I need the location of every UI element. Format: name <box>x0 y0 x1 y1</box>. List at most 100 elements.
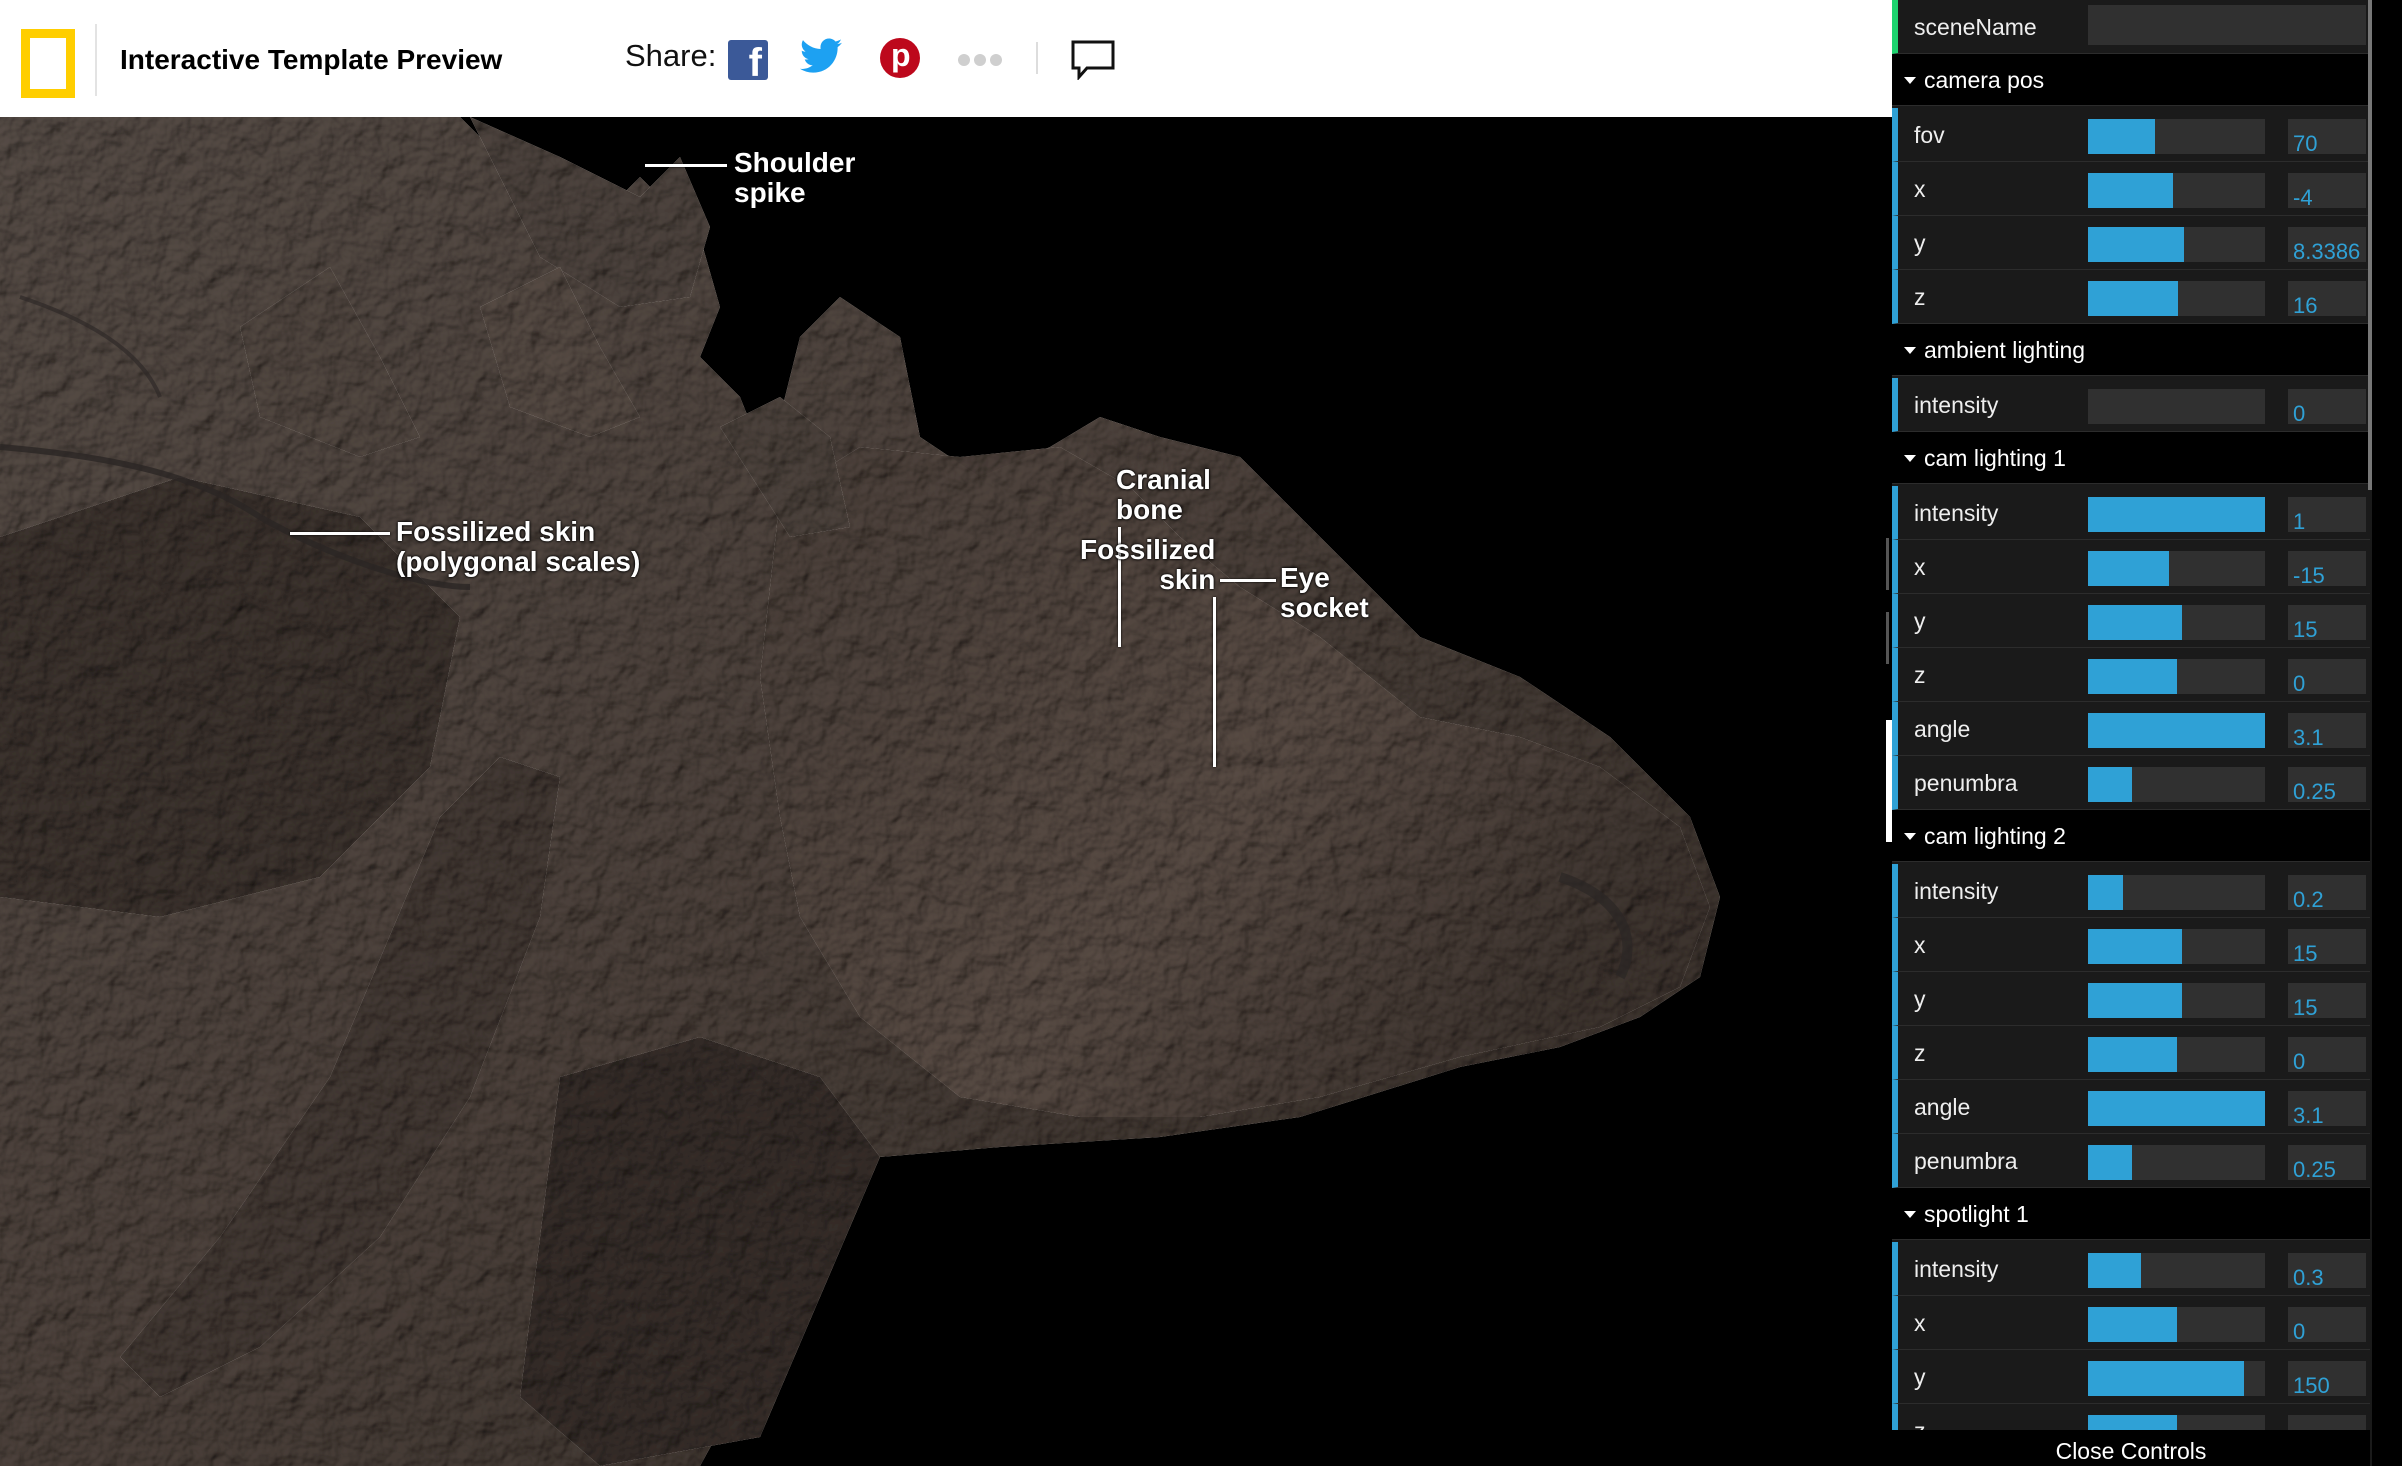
annotation-fossilized-skin: Fossilized skin <box>1080 534 1216 595</box>
twitter-icon[interactable] <box>800 38 842 74</box>
control-value-input[interactable]: -4 <box>2288 173 2366 208</box>
control-row-cam-lighting-2-intensity: intensity 0.2 <box>1892 864 2370 918</box>
chevron-down-icon <box>1904 455 1916 462</box>
control-value-input[interactable]: 3.1 <box>2288 1091 2366 1126</box>
slider-fill <box>2088 1091 2265 1126</box>
control-label: penumbra <box>1914 770 2018 796</box>
control-slider[interactable] <box>2088 1145 2265 1180</box>
control-slider[interactable] <box>2088 119 2265 154</box>
slider-fill <box>2088 605 2182 640</box>
pinterest-icon[interactable] <box>880 37 920 78</box>
slider-fill <box>2088 1361 2244 1396</box>
control-value-input[interactable]: 0.3 <box>2288 1253 2366 1288</box>
control-slider[interactable] <box>2088 1361 2265 1396</box>
control-slider[interactable] <box>2088 1253 2265 1288</box>
control-row-ambient-lighting-intensity: intensity 0 <box>1892 378 2370 432</box>
chevron-down-icon <box>1904 77 1916 84</box>
control-value-input[interactable]: 15 <box>2288 605 2366 640</box>
control-value-input[interactable]: 1 <box>2288 497 2366 532</box>
control-value-input[interactable]: 0 <box>2288 659 2366 694</box>
control-slider[interactable] <box>2088 767 2265 802</box>
control-label: z <box>1914 662 1926 688</box>
control-label: y <box>1914 608 1926 634</box>
share-divider <box>1036 42 1038 74</box>
3d-viewport[interactable]: Shoulder spike Fossilized skin (polygona… <box>0 117 1892 1466</box>
control-value-input[interactable]: -15 <box>2288 551 2366 586</box>
folder-spotlight-1[interactable]: spotlight 1 <box>1892 1188 2370 1240</box>
more-icon[interactable] <box>958 53 1006 67</box>
folder-title: cam lighting 2 <box>1924 823 2066 849</box>
slider-fill <box>2088 767 2133 802</box>
control-slider[interactable] <box>2088 497 2265 532</box>
control-label: x <box>1914 932 1926 958</box>
control-row-cam-lighting-1-angle: angle 3.1 <box>1892 702 2370 756</box>
control-slider[interactable] <box>2088 1415 2265 1430</box>
close-controls-button[interactable]: Close Controls <box>1892 1430 2370 1466</box>
control-value-input[interactable] <box>2288 1415 2366 1430</box>
control-value-input[interactable]: 15 <box>2288 929 2366 964</box>
control-row-camera-pos-x: x -4 <box>1892 162 2370 216</box>
control-slider[interactable] <box>2088 173 2265 208</box>
scene-name-input[interactable] <box>2088 5 2366 45</box>
folder-title: ambient lighting <box>1924 337 2086 363</box>
facebook-icon[interactable] <box>728 40 768 86</box>
folder-cam-lighting-1[interactable]: cam lighting 1 <box>1892 432 2370 484</box>
control-row-cam-lighting-1-intensity: intensity 1 <box>1892 486 2370 540</box>
control-slider[interactable] <box>2088 929 2265 964</box>
control-value-input[interactable]: 0.2 <box>2288 875 2366 910</box>
eye-socket-leader-line <box>1220 579 1276 582</box>
control-slider[interactable] <box>2088 875 2265 910</box>
fossilized-skin-scales-leader-line <box>290 532 390 535</box>
control-value-input[interactable]: 0.25 <box>2288 767 2366 802</box>
folder-camera-pos[interactable]: camera pos <box>1892 54 2370 106</box>
slider-fill <box>2088 875 2124 910</box>
control-slider[interactable] <box>2088 1091 2265 1126</box>
control-row-camera-pos-z: z 16 <box>1892 270 2370 324</box>
control-value-input[interactable]: 0.25 <box>2288 1145 2366 1180</box>
control-slider[interactable] <box>2088 227 2265 262</box>
control-value-input[interactable]: 3.1 <box>2288 713 2366 748</box>
controls-scrollbar[interactable] <box>2368 0 2372 490</box>
comment-icon[interactable] <box>1071 40 1115 80</box>
control-slider[interactable] <box>2088 983 2265 1018</box>
folder-ambient-lighting[interactable]: ambient lighting <box>1892 324 2370 376</box>
control-slider[interactable] <box>2088 1037 2265 1072</box>
control-row-cam-lighting-2-penumbra: penumbra 0.25 <box>1892 1134 2370 1188</box>
slider-fill <box>2088 497 2265 532</box>
panel-edge-mark <box>1886 538 1889 590</box>
control-value-input[interactable]: 8.3386 <box>2288 227 2366 262</box>
control-slider[interactable] <box>2088 281 2265 316</box>
control-value-input[interactable]: 150 <box>2288 1361 2366 1396</box>
controls-scroll-area[interactable]: sceneName camera pos fov 70 x -4 y 8.3386 z 16 am… <box>1892 0 2370 1430</box>
control-label: penumbra <box>1914 1148 2018 1174</box>
folder-title: spotlight 1 <box>1924 1201 2029 1227</box>
control-row-cam-lighting-1-y: y 15 <box>1892 594 2370 648</box>
control-value-input[interactable]: 16 <box>2288 281 2366 316</box>
control-slider[interactable] <box>2088 551 2265 586</box>
control-slider[interactable] <box>2088 389 2265 424</box>
header-divider <box>95 24 97 96</box>
control-label: z <box>1914 284 1926 310</box>
fossilized-skin-leader-line <box>1213 597 1216 767</box>
control-value-input[interactable]: 0 <box>2288 1307 2366 1342</box>
slider-fill <box>2088 659 2177 694</box>
national-geographic-logo[interactable] <box>21 29 75 98</box>
control-slider[interactable] <box>2088 713 2265 748</box>
control-value-input[interactable]: 70 <box>2288 119 2366 154</box>
control-label: z <box>1914 1040 1926 1066</box>
slider-fill <box>2088 551 2170 586</box>
control-slider[interactable] <box>2088 605 2265 640</box>
chevron-down-icon <box>1904 347 1916 354</box>
annotation-fossilized-skin-scales: Fossilized skin (polygonal scales) <box>396 516 641 577</box>
control-slider[interactable] <box>2088 659 2265 694</box>
control-value-input[interactable]: 0 <box>2288 1037 2366 1072</box>
nodosaur-fossil-render <box>0 117 1720 1466</box>
control-slider[interactable] <box>2088 1307 2265 1342</box>
control-value-input[interactable]: 15 <box>2288 983 2366 1018</box>
control-value-input[interactable]: 0 <box>2288 389 2366 424</box>
share-label: Share: <box>625 38 717 73</box>
control-label: intensity <box>1914 1256 1999 1282</box>
folder-cam-lighting-2[interactable]: cam lighting 2 <box>1892 810 2370 862</box>
control-label: y <box>1914 1364 1926 1390</box>
control-row-spotlight-1-intensity: intensity 0.3 <box>1892 1242 2370 1296</box>
